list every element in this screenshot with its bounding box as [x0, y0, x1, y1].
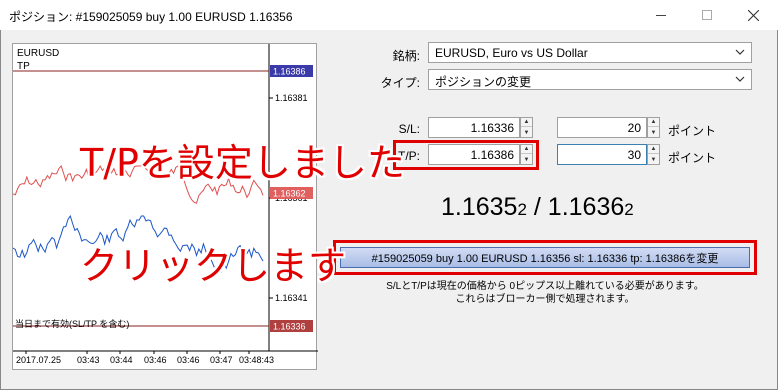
arrow-down-icon[interactable]: ▼	[648, 155, 659, 164]
arrow-down-icon[interactable]: ▼	[521, 128, 532, 137]
minimize-icon	[656, 14, 666, 16]
chart-symbol: EURUSD	[17, 48, 60, 59]
symbol-select[interactable]: EURUSD, Euro vs US Dollar	[428, 42, 752, 63]
bid-price: 1.1635	[441, 193, 518, 221]
arrow-up-icon[interactable]: ▲	[648, 145, 659, 154]
time-tick-label: 03:46	[177, 355, 200, 365]
arrow-down-icon[interactable]: ▼	[648, 128, 659, 137]
price-tag-label: 1.16386	[273, 67, 306, 77]
ask-price: 1.1636	[547, 193, 625, 221]
quote-separator: /	[533, 193, 541, 221]
close-icon	[747, 9, 759, 21]
symbol-label: 銘柄:	[392, 49, 420, 63]
type-select-value: ポジションの変更	[435, 75, 532, 89]
chart-tp-label: TP	[17, 61, 30, 72]
tp-highlight-box	[393, 140, 539, 170]
time-tick-label: 03:46	[144, 355, 167, 365]
tp-points-spinner[interactable]: ▲ ▼	[647, 144, 660, 165]
arrow-up-icon[interactable]: ▲	[521, 118, 532, 127]
maximize-button[interactable]	[684, 0, 730, 30]
sl-price-spinner[interactable]: ▲ ▼	[520, 117, 533, 138]
price-tick-label: 1.16341	[275, 293, 308, 303]
price-tag-label: 1.16362	[273, 189, 306, 199]
symbol-select-value: EURUSD, Euro vs US Dollar	[435, 46, 588, 60]
window-title: ポジション: #159025059 buy 1.00 EURUSD 1.1635…	[9, 10, 293, 24]
price-tick-label: 1.16381	[275, 93, 308, 103]
note-line-2: これらはブローカー側で処理されます。	[455, 294, 635, 305]
close-button[interactable]	[730, 0, 776, 30]
type-select[interactable]: ポジションの変更	[428, 69, 752, 90]
time-tick-label: 03:44	[110, 355, 133, 365]
sl-points-input[interactable]: 20	[557, 117, 647, 138]
sl-points-spinner[interactable]: ▲ ▼	[647, 117, 660, 138]
annotation-tp-set: T/Pを設定しました	[80, 141, 405, 185]
ask-price-fraction: 2	[624, 200, 634, 219]
tp-points-input[interactable]: 30	[557, 144, 647, 165]
annotation-click: クリックします	[80, 244, 347, 288]
chevron-down-icon	[735, 76, 745, 82]
arrow-up-icon[interactable]: ▲	[648, 118, 659, 127]
time-tick-label: 03:47	[210, 355, 233, 365]
sl-points-unit: ポイント	[668, 124, 717, 138]
chart-footer-label: 当日まで有効(SL/TP を含む)	[15, 319, 130, 329]
bid-ask-quote: 1.16352 / 1.16362	[441, 193, 634, 222]
minimize-button[interactable]	[638, 0, 684, 30]
button-highlight-box	[333, 240, 757, 275]
title-bar: ポジション: #159025059 buy 1.00 EURUSD 1.1635…	[0, 0, 778, 30]
sl-price-input[interactable]: 1.16336	[428, 117, 520, 138]
price-tag-label: 1.16336	[273, 322, 306, 332]
maximize-icon	[702, 10, 712, 20]
chevron-down-icon	[735, 49, 745, 55]
time-tick-label: 2017.07.25	[16, 355, 61, 365]
bid-price-fraction: 2	[517, 200, 527, 219]
tp-points-unit: ポイント	[668, 151, 717, 165]
tick-chart: 1.163811.163611.163411.163861.163621.163…	[12, 43, 318, 370]
type-label: タイプ:	[380, 76, 420, 90]
time-tick-label: 03:43	[77, 355, 100, 365]
time-tick-label: 03:48:43	[239, 355, 274, 365]
